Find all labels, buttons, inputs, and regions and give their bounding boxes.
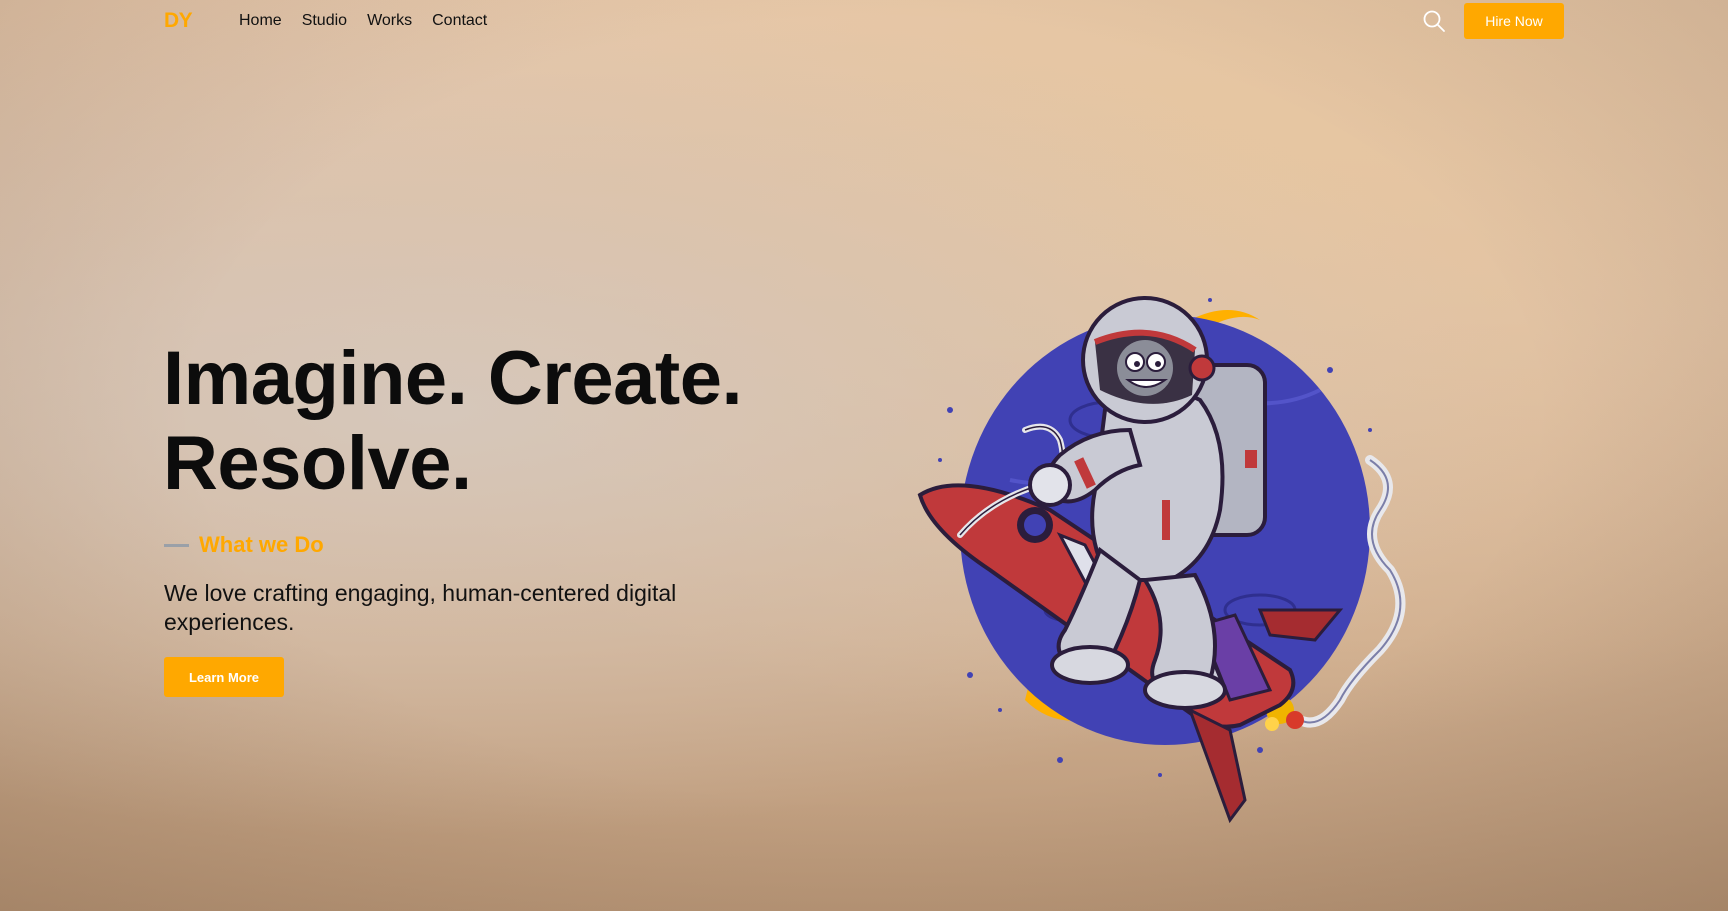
section-kicker: What we Do bbox=[164, 532, 324, 558]
hire-now-button[interactable]: Hire Now bbox=[1464, 3, 1564, 39]
hero-title-line-1: Imagine. Create. bbox=[163, 336, 743, 421]
learn-more-button[interactable]: Learn More bbox=[164, 657, 284, 697]
kicker-divider bbox=[164, 543, 189, 547]
kicker-text: What we Do bbox=[199, 532, 324, 557]
search-icon[interactable] bbox=[1422, 9, 1446, 33]
nav-link-works[interactable]: Works bbox=[367, 12, 412, 30]
nav-link-studio[interactable]: Studio bbox=[302, 12, 347, 30]
nav-link-home[interactable]: Home bbox=[239, 12, 282, 30]
hero-description: We love crafting engaging, human-centere… bbox=[164, 580, 677, 635]
astronaut-riding-rocket-illustration bbox=[917, 296, 1406, 824]
astronaut-rocket-illustration bbox=[900, 280, 1430, 840]
top-navbar: DY Home Studio Works Contact Hire Now bbox=[0, 0, 1728, 42]
main-nav: Home Studio Works Contact bbox=[239, 12, 487, 30]
hero-title-line-2: Resolve. bbox=[163, 421, 472, 506]
site-logo[interactable]: DY bbox=[164, 9, 193, 33]
nav-link-contact[interactable]: Contact bbox=[432, 12, 487, 30]
hero-title: Imagine. Create. Resolve. bbox=[163, 336, 743, 506]
